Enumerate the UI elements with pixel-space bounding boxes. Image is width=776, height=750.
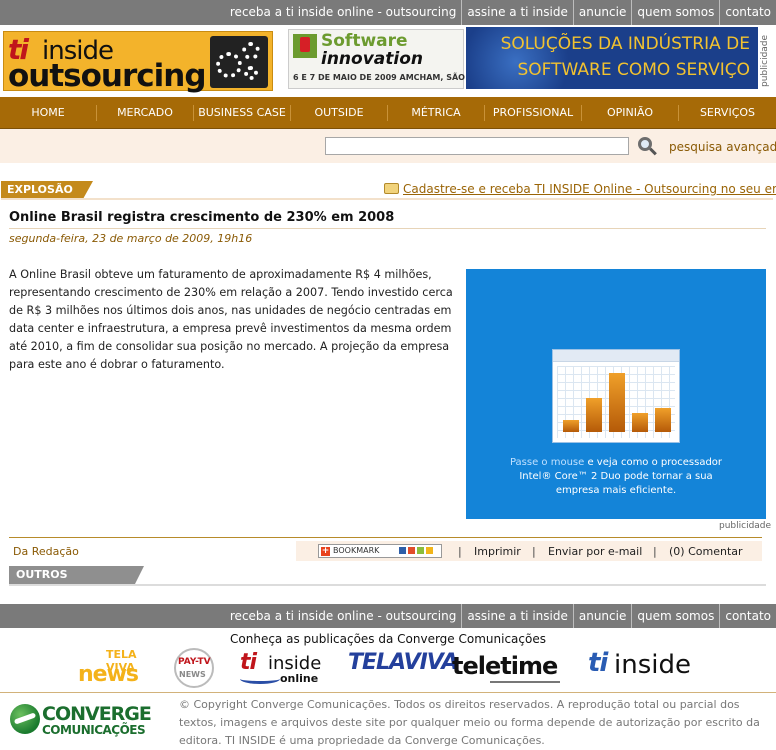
publication-logos: TELA VIVA news PAY-TV NEWS ti inside onl… — [0, 648, 776, 692]
search-input[interactable] — [325, 137, 629, 155]
link-assine[interactable]: assine a ti inside — [461, 0, 573, 25]
section-divider — [1, 198, 773, 200]
article-author: Da Redação — [13, 545, 79, 558]
link-receba[interactable]: receba a ti inside online - outsourcing — [225, 604, 461, 628]
ad-saas-line1: SOLUÇÕES DA INDÚSTRIA DE — [500, 34, 750, 54]
separator: | — [458, 545, 462, 558]
email-link[interactable]: Enviar por e-mail — [548, 545, 642, 558]
article-title: Online Brasil registra crescimento de 23… — [9, 210, 395, 225]
link-contato[interactable]: contato — [719, 0, 776, 25]
site-logo[interactable]: ti inside outsourcing — [3, 31, 273, 94]
ad-chart-bar — [563, 420, 579, 432]
advanced-search-link[interactable]: pesquisa avançada — [669, 140, 776, 154]
publicidade-label: publicidade — [719, 521, 772, 531]
ad-intel-line1: Passe o mouse e veja como o processador — [509, 457, 723, 468]
link-quem-somos[interactable]: quem somos — [631, 0, 719, 25]
link-quem-somos[interactable]: quem somos — [631, 604, 719, 628]
copyright-divider — [0, 692, 776, 693]
nav-opiniao[interactable]: OPINIÃO — [581, 104, 678, 121]
ad-saas-banner[interactable]: SOLUÇÕES DA INDÚSTRIA DE SOFTWARE COMO S… — [466, 27, 758, 89]
article-actions: + BOOKMARK | Imprimir | Enviar por e-mai… — [296, 541, 762, 561]
nav-home[interactable]: HOME — [0, 105, 96, 121]
ad-saas-line2: SOFTWARE COMO SERVIÇO — [517, 60, 750, 80]
section-tag: EXPLOSÃO — [1, 181, 93, 199]
tiinside-online-logo[interactable]: ti inside online — [240, 648, 328, 690]
title-divider — [9, 228, 766, 229]
teletime-logo[interactable]: teletime — [452, 648, 566, 690]
article-date: segunda-feira, 23 de março de 2009, 19h1… — [9, 232, 253, 245]
outros-divider — [9, 584, 766, 586]
nav-outside[interactable]: OUTSIDE — [290, 104, 387, 121]
ad-intel-line2: Intel® Core™ 2 Duo pode tornar a sua — [519, 471, 713, 482]
copyright-text: © Copyright Converge Comunicações. Todos… — [179, 698, 760, 747]
link-receba[interactable]: receba a ti inside online - outsourcing — [225, 0, 461, 25]
globe-icon — [10, 704, 40, 734]
logo-outsourcing: outsourcing — [8, 58, 207, 94]
converge-logo[interactable]: CONVERGE COMUNICAÇÕES — [10, 702, 172, 738]
ad-chart-bar — [586, 398, 602, 432]
article-footer-divider — [9, 537, 762, 538]
top-links-bar: receba a ti inside online - outsourcing … — [0, 0, 776, 25]
link-contato[interactable]: contato — [719, 604, 776, 628]
nav-mercado[interactable]: MERCADO — [96, 104, 193, 121]
search-row: pesquisa avançada — [0, 129, 776, 163]
chart-window-graphic — [552, 349, 680, 443]
ad-chart-bar — [655, 408, 671, 432]
search-button[interactable] — [634, 134, 660, 160]
link-anuncie[interactable]: anuncie — [572, 604, 631, 628]
bookmark-button[interactable]: + BOOKMARK — [318, 544, 442, 558]
nav-profissional[interactable]: PROFISSIONAL — [484, 104, 581, 121]
site-header: ti inside outsourcing Software innovatio… — [0, 25, 776, 97]
outros-destaques-tag: OUTROS DESTAQUES — [9, 566, 144, 599]
separator: | — [532, 545, 536, 558]
nav-servicos[interactable]: SERVIÇOS — [678, 104, 776, 121]
link-anuncie[interactable]: anuncie — [572, 0, 631, 25]
main-nav: HOME MERCADO BUSINESS CASE OUTSIDE MÉTRI… — [0, 97, 776, 129]
gears-icon — [210, 36, 268, 88]
mail-icon — [384, 183, 399, 194]
comment-link[interactable]: (0) Comentar — [669, 545, 743, 558]
bottom-links-bar: receba a ti inside online - outsourcing … — [0, 604, 776, 628]
ad-chart-bar — [632, 413, 648, 432]
ad-software-innovation[interactable]: Software innovation 6 E 7 DE MAIO DE 200… — [288, 29, 514, 89]
exclamation-icon — [293, 34, 317, 58]
ad-intel-core2duo[interactable]: Passe o mouse e veja como o processador … — [466, 269, 766, 519]
publicidade-vertical-label: publicidade — [760, 34, 770, 88]
publications-title: Conheça as publicações da Converge Comun… — [230, 632, 546, 646]
link-assine[interactable]: assine a ti inside — [461, 604, 573, 628]
nav-business-case[interactable]: BUSINESS CASE — [193, 104, 290, 121]
article-body: A Online Brasil obteve um faturamento de… — [9, 268, 453, 371]
signup-link[interactable]: Cadastre-se e receba TI INSIDE Online - … — [384, 182, 776, 196]
telaviva-logo[interactable]: TELAVIVA — [348, 648, 458, 690]
ad-software-line2: innovation — [321, 49, 423, 69]
paytv-news-logo[interactable]: PAY-TV NEWS — [174, 648, 218, 690]
separator: | — [653, 545, 657, 558]
signup-text: Cadastre-se e receba TI INSIDE Online - … — [403, 182, 776, 196]
telaviva-news-logo[interactable]: TELA VIVA news — [78, 648, 156, 690]
nav-metrica[interactable]: MÉTRICA — [387, 104, 484, 121]
ad-intel-line3: empresa mais eficiente. — [555, 485, 677, 496]
ad-chart-bar — [609, 373, 625, 432]
ad-software-line1: Software — [321, 31, 408, 51]
print-link[interactable]: Imprimir — [474, 545, 521, 558]
tiinside-logo[interactable]: ti inside — [588, 648, 696, 690]
